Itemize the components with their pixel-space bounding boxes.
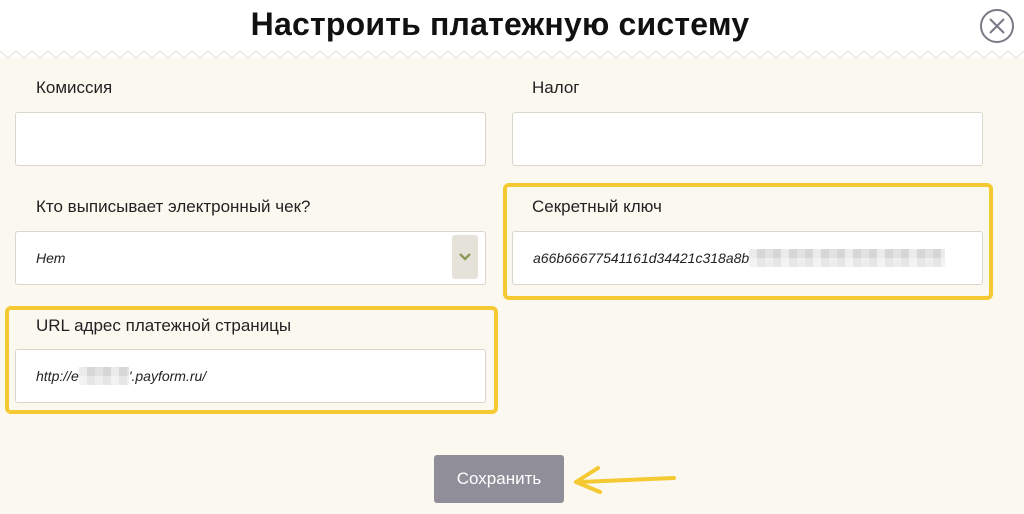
redacted-area — [78, 367, 129, 385]
secret-key-label: Секретный ключ — [532, 197, 662, 216]
close-button[interactable] — [978, 7, 1016, 45]
tax-label: Налог — [532, 78, 580, 97]
close-icon — [980, 9, 1014, 43]
dialog-header: Настроить платежную систему — [0, 0, 1024, 59]
receipt-label: Кто выписывает электронный чек? — [36, 197, 311, 216]
dialog-title: Настроить платежную систему — [250, 6, 750, 42]
secret-key-input[interactable]: a66b66677541161d34421c318a8b — [512, 231, 983, 285]
payment-url-input[interactable]: http://e '.payform.ru/ — [15, 349, 486, 403]
payment-url-label: URL адрес платежной страницы — [36, 316, 292, 335]
redacted-area — [749, 249, 946, 267]
commission-input[interactable] — [15, 112, 486, 166]
chevron-down-icon — [459, 253, 471, 261]
tax-input[interactable] — [512, 112, 983, 166]
zigzag-divider — [0, 50, 1024, 59]
receipt-select[interactable]: Нет — [15, 231, 486, 285]
payment-url-suffix: '.payform.ru/ — [128, 368, 207, 384]
receipt-selected-value: Нет — [36, 250, 66, 266]
payment-url-prefix: http://e — [36, 368, 79, 384]
arrow-annotation-icon — [574, 466, 676, 494]
select-toggle[interactable] — [452, 235, 478, 279]
save-button[interactable]: Сохранить — [434, 455, 564, 503]
commission-label: Комиссия — [36, 78, 113, 97]
secret-key-value: a66b66677541161d34421c318a8b — [533, 250, 750, 266]
